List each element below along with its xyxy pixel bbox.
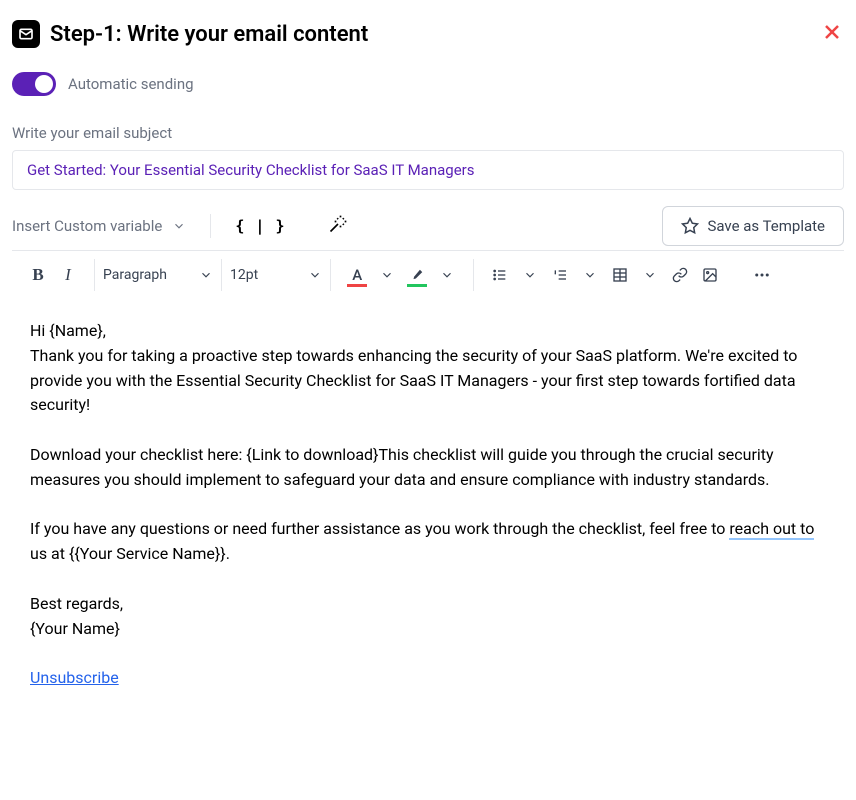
paragraph-dropdown[interactable]: Paragraph: [95, 263, 221, 287]
chevron-down-icon: [380, 268, 394, 282]
automatic-sending-label: Automatic sending: [68, 75, 194, 93]
text-color-indicator: [347, 284, 367, 287]
numbered-list-dropdown[interactable]: [576, 261, 604, 289]
close-button[interactable]: [820, 20, 844, 48]
braces-button[interactable]: { | }: [229, 213, 291, 239]
page-title: Step-1: Write your email content: [50, 22, 368, 47]
text-color-dropdown[interactable]: [373, 261, 401, 289]
editor-toolbar: B I Paragraph 12pt A: [12, 250, 844, 299]
subject-input[interactable]: [12, 150, 844, 190]
bullet-list-button[interactable]: [486, 261, 514, 289]
link-button[interactable]: [666, 261, 694, 289]
highlight-dropdown[interactable]: [433, 261, 461, 289]
toolbar-left: Insert Custom variable { | }: [12, 209, 356, 243]
font-size-label: 12pt: [230, 267, 258, 283]
chevron-down-icon: [523, 268, 537, 282]
automatic-sending-toggle[interactable]: [12, 72, 56, 96]
font-size-dropdown[interactable]: 12pt: [222, 263, 330, 287]
underlined-phrase: reach out to: [729, 519, 814, 540]
paragraph-label: Paragraph: [103, 267, 167, 283]
greeting: Hi {Name},: [30, 319, 826, 344]
magic-wand-button[interactable]: [320, 210, 356, 242]
more-button[interactable]: [748, 261, 776, 289]
bullet-list-dropdown[interactable]: [516, 261, 544, 289]
toolbar-row: Insert Custom variable { | } Save as Tem…: [12, 206, 844, 246]
subject-label: Write your email subject: [12, 124, 844, 142]
paragraph-3: If you have any questions or need furthe…: [30, 517, 826, 567]
toggle-knob: [35, 75, 53, 93]
more-group: [736, 261, 788, 289]
highlight-color-indicator: [407, 284, 427, 287]
header-left: Step-1: Write your email content: [12, 20, 368, 48]
paragraph-2: Download your checklist here: {Link to d…: [30, 443, 826, 493]
chevron-down-icon: [643, 268, 657, 282]
star-icon: [681, 217, 699, 235]
italic-button[interactable]: I: [54, 261, 82, 289]
automatic-sending-row: Automatic sending: [12, 72, 844, 96]
closing-2: {Your Name}: [30, 617, 826, 642]
save-template-label: Save as Template: [707, 217, 825, 235]
text-color-button[interactable]: A: [343, 261, 371, 289]
text-style-group: B I: [12, 261, 94, 289]
email-body-editor[interactable]: Hi {Name}, Thank you for taking a proact…: [12, 299, 844, 711]
list-group: [474, 261, 736, 289]
chevron-down-icon: [199, 268, 213, 282]
header: Step-1: Write your email content: [12, 20, 844, 48]
image-button[interactable]: [696, 261, 724, 289]
closing-1: Best regards,: [30, 592, 826, 617]
table-dropdown[interactable]: [636, 261, 664, 289]
divider: [210, 214, 211, 238]
highlight-button[interactable]: [403, 261, 431, 289]
save-as-template-button[interactable]: Save as Template: [662, 206, 844, 246]
mail-icon: [12, 20, 40, 48]
paragraph-1: Thank you for taking a proactive step to…: [30, 344, 826, 418]
insert-variable-label: Insert Custom variable: [12, 217, 162, 235]
insert-variable-dropdown[interactable]: Insert Custom variable: [12, 209, 192, 243]
bold-button[interactable]: B: [24, 261, 52, 289]
color-group: A: [331, 261, 473, 289]
unsubscribe-link[interactable]: Unsubscribe: [30, 668, 119, 687]
table-button[interactable]: [606, 261, 634, 289]
chevron-down-icon: [172, 219, 186, 233]
chevron-down-icon: [583, 268, 597, 282]
numbered-list-button[interactable]: [546, 261, 574, 289]
chevron-down-icon: [308, 268, 322, 282]
chevron-down-icon: [440, 268, 454, 282]
